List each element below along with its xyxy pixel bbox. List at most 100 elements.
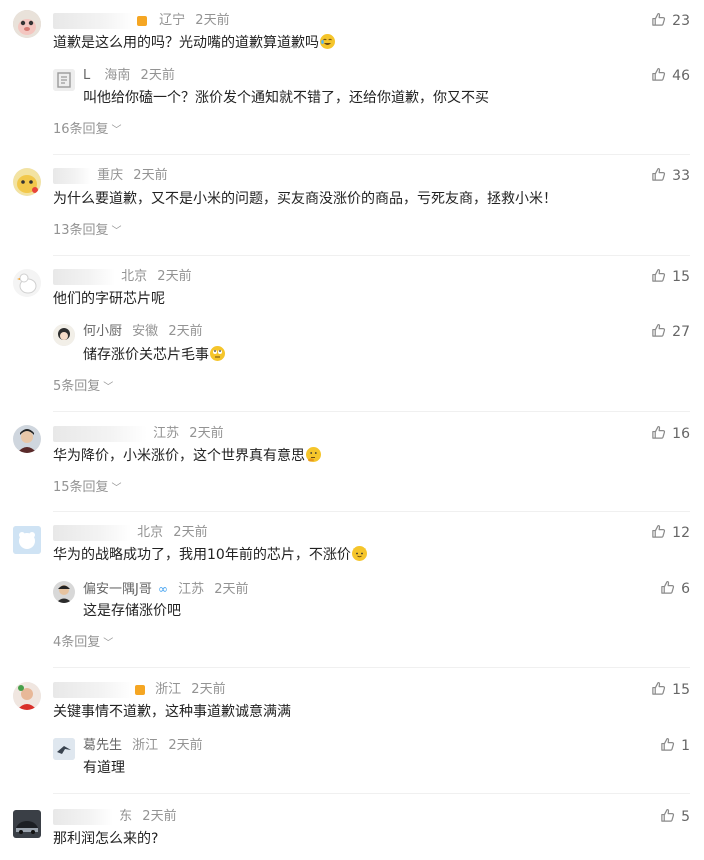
laugh-cry-emoji-icon (320, 34, 335, 49)
reply-region: 浙江 (132, 738, 159, 753)
replies-label: 4条回复 (53, 635, 101, 650)
like-count: 46 (672, 68, 690, 84)
avatar[interactable] (13, 168, 41, 196)
view-replies-button[interactable]: 4条回复 ﹀ (53, 634, 113, 652)
comment-time: 2天前 (191, 682, 226, 697)
avatar[interactable] (13, 269, 41, 297)
thumbs-up-icon (651, 524, 666, 539)
comment-region: 北京 (137, 525, 164, 540)
like-button[interactable]: 23 (651, 12, 690, 30)
comment-text-content: 道歉是这么用的吗？光动嘴的道歉算道歉吗 (53, 35, 319, 51)
thumbs-up-icon (651, 323, 666, 338)
avatar[interactable] (13, 810, 41, 838)
thumbs-up-icon (651, 268, 666, 283)
thumbs-up-icon (651, 12, 666, 27)
verified-badge-icon (135, 684, 145, 695)
replies-label: 16条回复 (53, 122, 109, 137)
vip-badge-icon: ∞ (157, 582, 168, 596)
divider (53, 667, 690, 668)
like-button[interactable]: 15 (651, 268, 690, 286)
comment-text-content: 华为的战略成功了，我用10年前的芯片，不涨价 (53, 547, 351, 563)
chevron-down-icon: ﹀ (111, 125, 122, 136)
username-blurred[interactable] (53, 681, 133, 698)
reply-username[interactable]: 何小厨 (83, 324, 122, 339)
view-replies-button[interactable]: 5条回复 ﹀ (53, 378, 113, 396)
like-button[interactable]: 15 (651, 681, 690, 699)
comment-time: 2天前 (173, 525, 208, 540)
like-button[interactable]: 46 (651, 67, 690, 85)
chevron-down-icon: ﹀ (111, 483, 122, 494)
like-count: 12 (672, 525, 690, 541)
reply-region: 海南 (104, 68, 131, 83)
reply-time: 2天前 (214, 582, 249, 597)
reply-text: 储存涨价关芯片毛事 (83, 345, 225, 365)
comment-text: 为什么要道歉，又不是小米的问题，买友商没涨价的商品，亏死友商，拯救小米！ (53, 191, 557, 207)
thumbs-up-icon (660, 737, 675, 752)
view-replies-button[interactable]: 13条回复 ﹀ (53, 222, 122, 240)
comment-text: 道歉是这么用的吗？光动嘴的道歉算道歉吗 (53, 33, 335, 53)
thumbs-up-icon (651, 67, 666, 82)
avatar[interactable] (13, 10, 41, 38)
comment-time: 2天前 (157, 269, 192, 284)
divider (53, 511, 690, 512)
reply-meta: 葛先生 浙江 2天前 (83, 737, 203, 755)
like-count: 6 (681, 581, 690, 597)
reply-username[interactable]: 偏安一隅J哥 (83, 582, 152, 597)
comment-text-content: 华为降价，小米涨价，这个世界真有意思 (53, 448, 305, 464)
like-count: 16 (672, 426, 690, 442)
reply-avatar[interactable] (53, 738, 75, 760)
comment-meta: 东 2天前 (53, 808, 177, 826)
comment-region: 浙江 (155, 682, 182, 697)
comment-time: 2天前 (142, 809, 177, 824)
comment-meta: 浙江 2天前 (53, 681, 226, 699)
avatar[interactable] (13, 526, 41, 554)
thinking-emoji-icon (306, 447, 321, 462)
username-blurred[interactable] (53, 524, 131, 541)
like-button[interactable]: 1 (660, 737, 690, 755)
chevron-down-icon: ﹀ (111, 226, 122, 237)
cat-emoji-icon (351, 546, 367, 561)
comment-meta: 北京 2天前 (53, 268, 192, 286)
reply-time: 2天前 (168, 324, 203, 339)
chevron-down-icon: ﹀ (103, 382, 114, 393)
username-blurred[interactable] (53, 268, 115, 285)
rolling-eyes-emoji-icon (210, 346, 225, 361)
thumbs-up-icon (660, 580, 675, 595)
like-button[interactable]: 6 (660, 580, 690, 598)
like-button[interactable]: 16 (651, 425, 690, 443)
comment-text: 关键事情不道歉，这种事道歉诚意满满 (53, 704, 291, 720)
like-count: 27 (672, 324, 690, 340)
like-button[interactable]: 12 (651, 524, 690, 542)
reply-username[interactable]: 葛先生 (83, 738, 122, 753)
replies-label: 5条回复 (53, 379, 101, 394)
avatar[interactable] (13, 682, 41, 710)
comment-meta: 重庆 2天前 (53, 167, 168, 185)
reply-text: 叫他给你磕一个？涨价发个通知就不错了，还给你道歉，你又不买 (83, 90, 489, 106)
reply-time: 2天前 (168, 738, 203, 753)
reply-avatar[interactable] (53, 581, 75, 603)
thumbs-up-icon (651, 681, 666, 696)
avatar[interactable] (13, 425, 41, 453)
like-button[interactable]: 33 (651, 167, 690, 185)
username-blurred[interactable] (53, 808, 113, 825)
like-button[interactable]: 27 (651, 323, 690, 341)
divider (53, 411, 690, 412)
comment-meta: 北京 2天前 (53, 524, 208, 542)
reply-time: 2天前 (140, 68, 175, 83)
like-count: 15 (672, 269, 690, 285)
reply-region: 江苏 (178, 582, 205, 597)
view-replies-button[interactable]: 15条回复 ﹀ (53, 479, 122, 497)
reply-avatar[interactable] (53, 324, 75, 346)
reply-region: 安徽 (132, 324, 159, 339)
reply-username[interactable]: L (83, 68, 90, 83)
comment-region: 江苏 (153, 426, 180, 441)
reply-avatar[interactable] (53, 69, 75, 91)
replies-label: 13条回复 (53, 223, 109, 238)
like-button[interactable]: 5 (660, 808, 690, 826)
reply-text: 这是存储涨价吧 (83, 603, 181, 619)
username-blurred[interactable] (53, 12, 135, 29)
username-blurred[interactable] (53, 167, 91, 184)
view-replies-button[interactable]: 16条回复 ﹀ (53, 121, 122, 139)
username-blurred[interactable] (53, 425, 147, 442)
comment-text: 华为的战略成功了，我用10年前的芯片，不涨价 (53, 545, 367, 565)
